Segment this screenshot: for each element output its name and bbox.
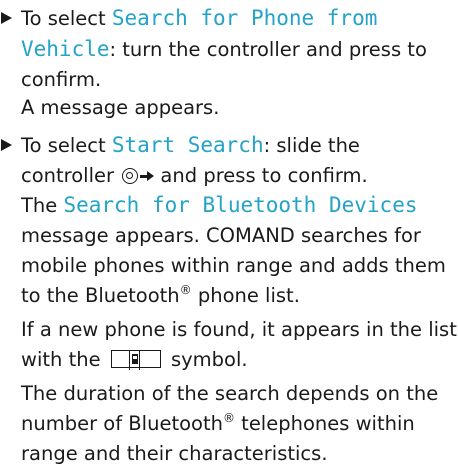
step-1-result: A message appears.	[21, 96, 220, 119]
result-text: The	[21, 194, 64, 217]
instruction-text: To select	[21, 7, 112, 30]
registered-mark: ®	[222, 410, 235, 425]
phone-symbol-icon	[110, 350, 161, 370]
instruction-text: To select	[21, 134, 112, 157]
slide-right-arrow-icon	[140, 171, 155, 181]
triangle-bullet-icon	[1, 139, 12, 151]
step-1-instruction: To select Search for Phone from Vehicle:…	[21, 3, 458, 95]
instruction-text: and press to confirm.	[154, 164, 368, 187]
step-2-result: The Search for Bluetooth Devices message…	[21, 190, 458, 311]
controller-icon	[122, 168, 139, 184]
note-text: symbol.	[164, 348, 248, 371]
instruction-page: To select Search for Phone from Vehicle:…	[0, 0, 458, 468]
step-2-instruction: To select Start Search: slide the contro…	[21, 130, 458, 191]
triangle-bullet-icon	[1, 12, 12, 24]
result-text: phone list.	[191, 284, 300, 307]
display-term-search-bluetooth-devices: Search for Bluetooth Devices	[63, 193, 418, 217]
step-2-note-new-phone: If a new phone is found, it appears in t…	[21, 315, 458, 375]
display-term-start-search: Start Search	[111, 133, 264, 157]
step-2-note-duration: The duration of the search depends on th…	[21, 379, 458, 469]
registered-mark: ®	[179, 282, 192, 297]
